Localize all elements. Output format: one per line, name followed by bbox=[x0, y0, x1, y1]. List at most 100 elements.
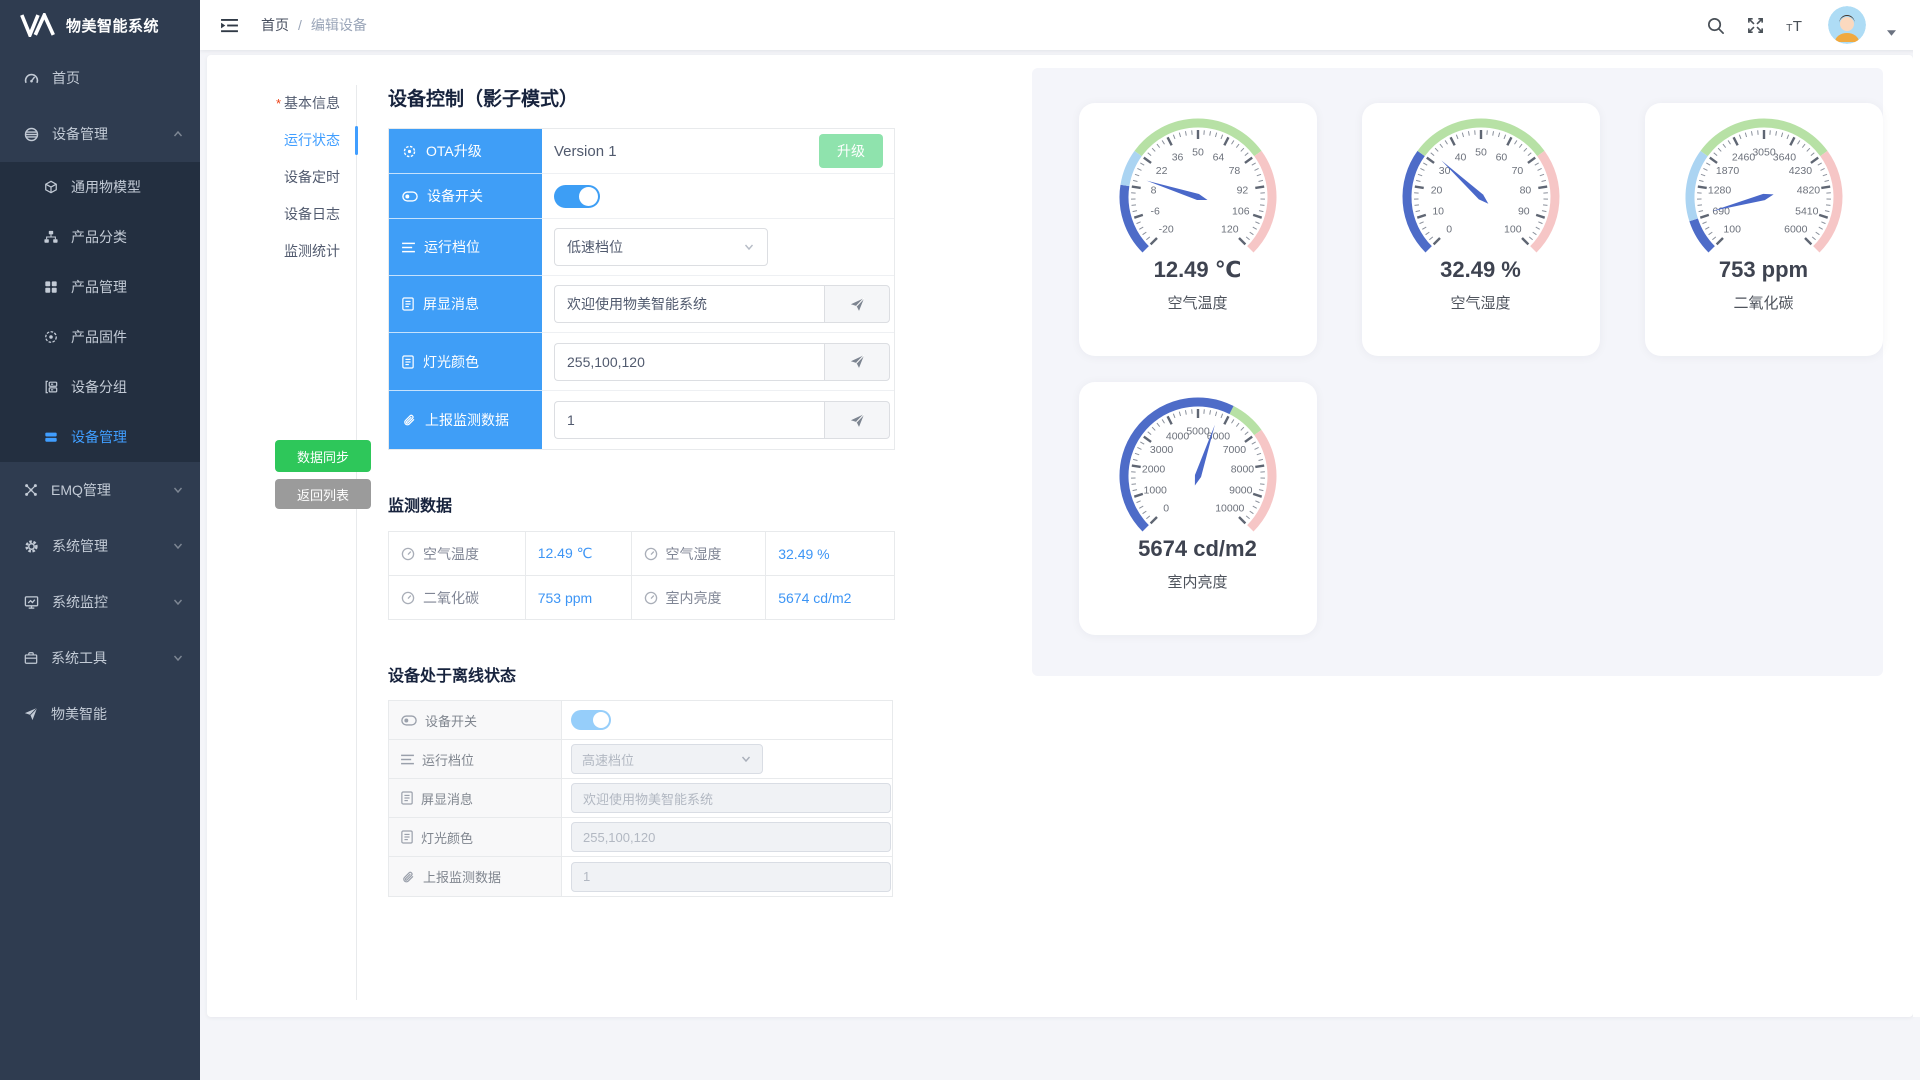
offline-row-report-monitor-data: 上报监测数据 bbox=[389, 857, 892, 896]
required-asterisk: * bbox=[276, 96, 281, 111]
sidebar-item-label: 物美智能 bbox=[51, 704, 107, 724]
monitor-label: 二氧化碳 bbox=[389, 576, 526, 620]
offline-value: 高速档位 bbox=[562, 740, 892, 778]
sidebar-item-product-firmware[interactable]: 产品固件 bbox=[0, 312, 200, 362]
data-sync-button[interactable]: 数据同步 bbox=[275, 440, 371, 472]
control-row-run-gear: 运行档位 低速档位 bbox=[389, 219, 894, 276]
sidebar-item-system-management[interactable]: 系统管理 bbox=[0, 518, 200, 574]
gauge-value: 753 ppm bbox=[1645, 257, 1883, 283]
monitor-label: 空气温度 bbox=[389, 532, 526, 576]
gauge-title: 二氧化碳 bbox=[1645, 292, 1883, 313]
control-label: OTA升级 bbox=[389, 129, 542, 174]
chevron-down-icon bbox=[172, 652, 184, 664]
breadcrumb-home[interactable]: 首页 bbox=[261, 15, 289, 35]
monitor-value: 753 ppm bbox=[525, 576, 631, 620]
svg-text:120: 120 bbox=[1221, 223, 1239, 235]
tab-run-status[interactable]: 运行状态 bbox=[225, 122, 356, 159]
sidebar-item-general-model[interactable]: 通用物模型 bbox=[0, 162, 200, 212]
gauge-chart: -20-68223650647892106120 bbox=[1079, 103, 1317, 261]
toolbox-icon bbox=[24, 651, 38, 665]
send-button[interactable] bbox=[824, 285, 890, 323]
screen-message-input[interactable] bbox=[554, 285, 824, 323]
caret-down-icon[interactable] bbox=[1887, 30, 1896, 36]
sidebar-item-system-monitor[interactable]: 系统监控 bbox=[0, 574, 200, 630]
send-button[interactable] bbox=[824, 343, 890, 381]
control-row-report-monitor-data: 上报监测数据 bbox=[389, 391, 894, 449]
offline-title: 设备处于离线状态 bbox=[388, 662, 898, 686]
sidebar-menu: 首页 设备管理 通用物模型 产品分类 产品管理 产品固件 设备分组 设备管理 E… bbox=[0, 50, 200, 742]
clip-icon bbox=[401, 870, 415, 884]
device-control-section: 设备控制（影子模式） OTA升级 Version 1 升级 设备开关 运行档位 … bbox=[388, 55, 898, 897]
gauge-value: 32.49 % bbox=[1362, 257, 1600, 283]
offline-table: 设备开关 运行档位 高速档位 屏显消息 灯光颜色 上报监测数据 bbox=[388, 700, 893, 897]
svg-text:10: 10 bbox=[1432, 205, 1444, 217]
svg-text:0: 0 bbox=[1446, 223, 1452, 235]
svg-text:80: 80 bbox=[1519, 184, 1531, 196]
sidebar-item-device-list[interactable]: 设备管理 bbox=[0, 412, 200, 462]
app-title: 物美智能系统 bbox=[66, 15, 159, 36]
doc-icon bbox=[401, 830, 413, 844]
sidebar-item-device-management[interactable]: 设备管理 bbox=[0, 106, 200, 162]
tab-device-timing[interactable]: 设备定时 bbox=[225, 159, 356, 196]
svg-text:50: 50 bbox=[1192, 147, 1204, 159]
breadcrumb: 首页 / 编辑设备 bbox=[261, 15, 367, 35]
sidebar-item-home[interactable]: 首页 bbox=[0, 50, 200, 106]
sidebar-item-label: 系统管理 bbox=[52, 536, 108, 556]
sidebar-item-wumei-smart[interactable]: 物美智能 bbox=[0, 686, 200, 742]
sidebar-item-emq-management[interactable]: EMQ管理 bbox=[0, 462, 200, 518]
font-size-icon[interactable]: T T bbox=[1786, 17, 1807, 34]
svg-text:106: 106 bbox=[1232, 205, 1250, 217]
topbar: 首页 / 编辑设备 T T bbox=[200, 0, 1920, 50]
scrollbar-track[interactable] bbox=[1913, 0, 1920, 1017]
light-color-input[interactable] bbox=[554, 343, 824, 381]
ota-version: Version 1 bbox=[554, 143, 617, 160]
sidebar-item-product-category[interactable]: 产品分类 bbox=[0, 212, 200, 262]
device-switch-toggle[interactable] bbox=[554, 185, 600, 208]
search-icon[interactable] bbox=[1706, 16, 1725, 35]
upgrade-button[interactable]: 升级 bbox=[819, 134, 883, 168]
tab-basic-info[interactable]: *基本信息 bbox=[225, 85, 356, 122]
switch-icon bbox=[401, 715, 417, 726]
control-value bbox=[542, 391, 894, 449]
sidebar-item-system-tools[interactable]: 系统工具 bbox=[0, 630, 200, 686]
chevron-down-icon bbox=[172, 540, 184, 552]
monitor-value: 12.49 ℃ bbox=[525, 532, 631, 576]
gauge-mini-icon bbox=[401, 591, 415, 605]
logo[interactable]: 物美智能系统 bbox=[0, 0, 200, 50]
svg-text:10000: 10000 bbox=[1215, 502, 1244, 514]
sidebar-item-label: 系统工具 bbox=[51, 648, 107, 668]
svg-text:22: 22 bbox=[1155, 165, 1167, 177]
tab-device-log[interactable]: 设备日志 bbox=[225, 196, 356, 233]
sidebar-item-product-management[interactable]: 产品管理 bbox=[0, 262, 200, 312]
sidebar-item-label: 设备分组 bbox=[71, 377, 127, 397]
device-tabs: *基本信息运行状态设备定时设备日志监测统计 数据同步 返回列表 bbox=[225, 85, 357, 1000]
fullscreen-icon[interactable] bbox=[1746, 16, 1765, 35]
run-gear-select[interactable]: 低速档位 bbox=[554, 228, 768, 266]
svg-text:5410: 5410 bbox=[1795, 205, 1819, 217]
gauge-title: 室内亮度 bbox=[1079, 571, 1317, 592]
sidebar-toggle-icon[interactable] bbox=[220, 18, 239, 33]
offline-label: 设备开关 bbox=[389, 701, 562, 739]
monitor-label: 空气湿度 bbox=[631, 532, 766, 576]
avatar[interactable] bbox=[1828, 6, 1866, 44]
sidebar-item-device-group[interactable]: 设备分组 bbox=[0, 362, 200, 412]
monitor-icon bbox=[24, 595, 39, 610]
sidebar-item-label: 设备管理 bbox=[71, 427, 127, 447]
server-group-icon bbox=[44, 380, 58, 394]
svg-text:60: 60 bbox=[1495, 151, 1507, 163]
back-to-list-button[interactable]: 返回列表 bbox=[275, 479, 371, 509]
offline-value bbox=[562, 818, 892, 856]
sidebar-item-label: 系统监控 bbox=[52, 592, 108, 612]
send-icon bbox=[24, 707, 38, 721]
gauge-chart: 0102030405060708090100 bbox=[1362, 103, 1600, 261]
svg-text:70: 70 bbox=[1511, 165, 1523, 177]
tab-monitor-stats[interactable]: 监测统计 bbox=[225, 233, 356, 270]
svg-text:20: 20 bbox=[1430, 184, 1442, 196]
svg-text:9000: 9000 bbox=[1229, 484, 1253, 496]
svg-text:2000: 2000 bbox=[1141, 463, 1165, 475]
send-button[interactable] bbox=[824, 401, 890, 439]
svg-text:T: T bbox=[1793, 18, 1802, 34]
report-monitor-data-input[interactable] bbox=[554, 401, 824, 439]
svg-text:1280: 1280 bbox=[1707, 184, 1731, 196]
svg-text:78: 78 bbox=[1228, 165, 1240, 177]
